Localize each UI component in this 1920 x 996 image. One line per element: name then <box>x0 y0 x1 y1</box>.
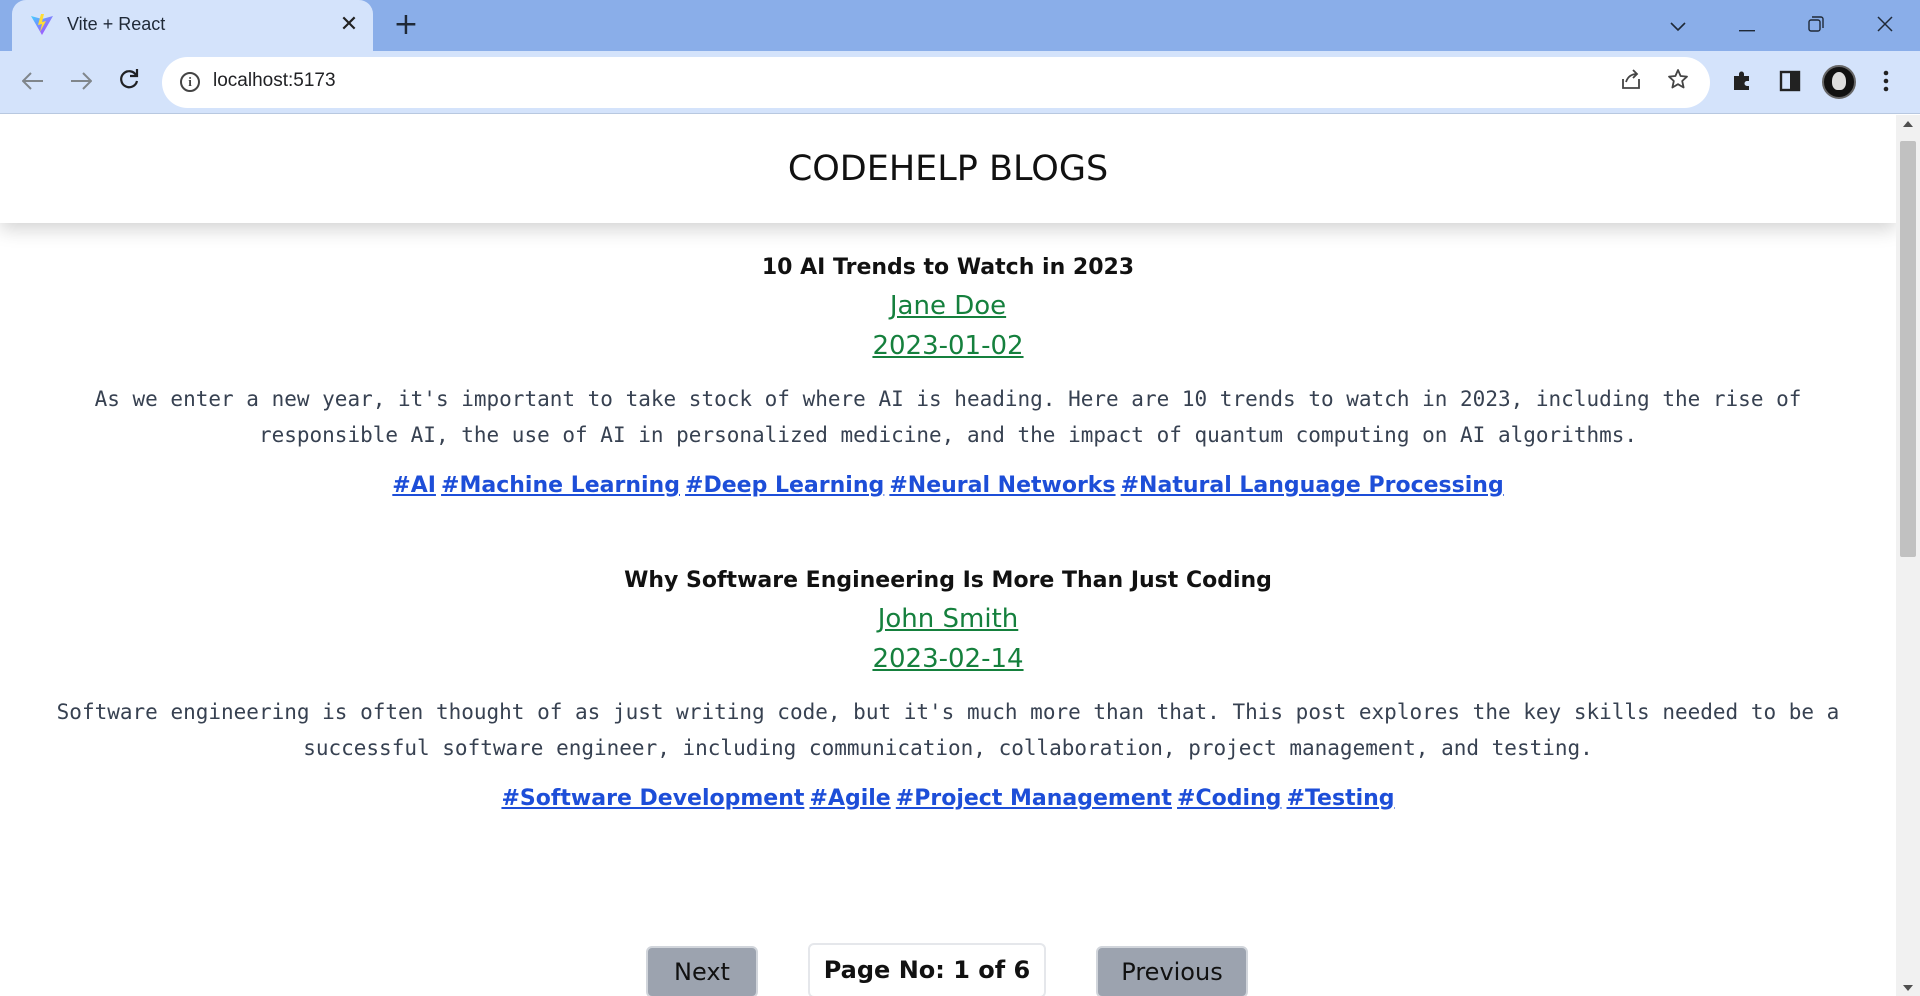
chevron-down-icon[interactable] <box>1658 5 1698 45</box>
post-content: Software engineering is often thought of… <box>56 700 1840 760</box>
back-icon[interactable] <box>13 62 53 102</box>
address-bar[interactable]: i localhost:5173 <box>162 57 1710 108</box>
next-button[interactable]: Next <box>646 946 758 996</box>
forward-icon[interactable] <box>61 62 101 102</box>
page-indicator: Page No: 1 of 6 <box>808 943 1046 996</box>
page-viewport: CODEHELP BLOGS 10 AI Trends to Watch in … <box>0 115 1896 996</box>
post-tags: #AI #Machine Learning #Deep Learning #Ne… <box>0 471 1896 502</box>
close-icon[interactable]: ✕ <box>334 10 364 40</box>
tag-link[interactable]: #Testing <box>1287 786 1395 811</box>
share-icon[interactable] <box>1616 68 1646 98</box>
previous-button[interactable]: Previous <box>1096 946 1248 996</box>
profile-avatar[interactable] <box>1822 65 1856 99</box>
scroll-down-icon[interactable] <box>1903 985 1913 991</box>
blog-post: Why Software Engineering Is More Than Ju… <box>0 566 1896 815</box>
post-date-link[interactable]: 2023-02-14 <box>872 640 1023 678</box>
tag-link[interactable]: #Project Management <box>896 786 1172 811</box>
scroll-thumb[interactable] <box>1900 141 1916 557</box>
tag-link[interactable]: #Neural Networks <box>889 473 1115 498</box>
minimize-icon[interactable] <box>1727 5 1767 45</box>
tab-title: Vite + React <box>67 14 166 34</box>
post-title: Why Software Engineering Is More Than Ju… <box>624 568 1272 593</box>
info-icon[interactable]: i <box>180 72 200 92</box>
scroll-up-icon[interactable] <box>1903 121 1913 127</box>
post-title: 10 AI Trends to Watch in 2023 <box>761 255 1135 280</box>
page-scrollbar[interactable] <box>1896 115 1920 996</box>
reload-icon[interactable] <box>109 62 149 102</box>
page-title: CODEHELP BLOGS <box>787 149 1109 189</box>
tag-link[interactable]: #Software Development <box>501 786 804 811</box>
tag-link[interactable]: #Machine Learning <box>441 473 680 498</box>
post-author-link[interactable]: John Smith <box>878 600 1019 638</box>
tab-strip: Vite + React ✕ + <box>0 0 1920 51</box>
post-date-link[interactable]: 2023-01-02 <box>872 327 1023 365</box>
blog-post: 10 AI Trends to Watch in 2023 Jane Doe 2… <box>0 253 1896 502</box>
plus-icon[interactable]: + <box>390 9 422 41</box>
tag-link[interactable]: #Natural Language Processing <box>1121 473 1504 498</box>
url-text: localhost:5173 <box>213 70 336 91</box>
post-content: As we enter a new year, it's important t… <box>94 387 1802 447</box>
blog-feed: 10 AI Trends to Watch in 2023 Jane Doe 2… <box>0 253 1896 879</box>
tag-link[interactable]: #AI <box>392 473 436 498</box>
vite-icon <box>30 13 54 37</box>
browser-tab[interactable]: Vite + React ✕ <box>12 0 373 51</box>
close-window-icon[interactable] <box>1865 5 1905 45</box>
site-header: CODEHELP BLOGS <box>0 115 1896 223</box>
post-tags: #Software Development #Agile #Project Ma… <box>0 784 1896 815</box>
tag-link[interactable]: #Coding <box>1177 786 1281 811</box>
tag-link[interactable]: #Agile <box>809 786 890 811</box>
pagination-bar: Next Page No: 1 of 6 Previous <box>0 928 1896 996</box>
browser-toolbar: i localhost:5173 <box>0 51 1920 114</box>
tag-link[interactable]: #Deep Learning <box>685 473 884 498</box>
post-author-link[interactable]: Jane Doe <box>890 287 1006 325</box>
side-panel-icon[interactable] <box>1772 66 1808 102</box>
restore-icon[interactable] <box>1796 5 1836 45</box>
star-icon[interactable] <box>1663 68 1693 98</box>
extensions-icon[interactable] <box>1724 66 1760 102</box>
menu-icon[interactable] <box>1868 66 1904 102</box>
